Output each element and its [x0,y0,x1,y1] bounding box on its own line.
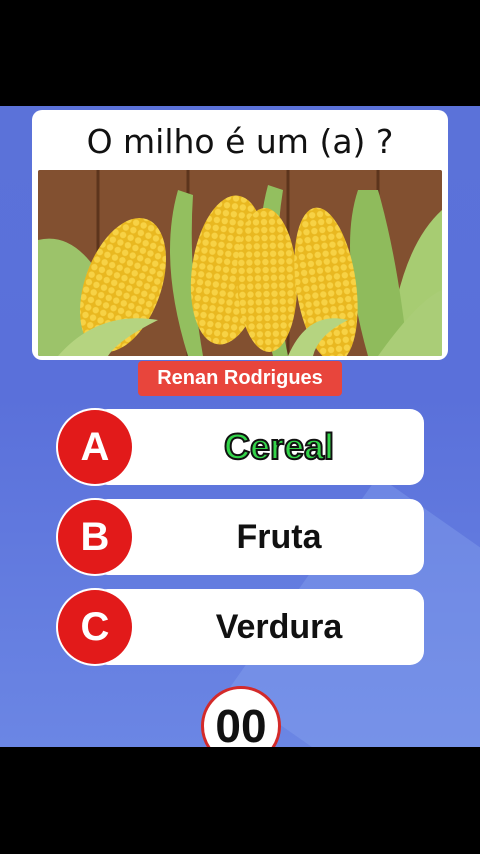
option-c[interactable]: C Verdura [58,589,424,665]
option-b[interactable]: B Fruta [58,499,424,575]
option-text: Fruta [236,518,322,556]
countdown-timer: 00 [201,686,281,747]
quiz-area: O milho é um (a) ? Renan Rodrigues A Cer… [0,106,480,747]
option-letter-badge: B [58,500,132,574]
question-text: O milho é um (a) ? [86,122,394,161]
question-card: O milho é um (a) ? [32,110,448,360]
option-letter-badge: A [58,410,132,484]
corn-image [38,170,442,356]
option-letter-badge: C [58,590,132,664]
option-a[interactable]: A Cereal [58,409,424,485]
option-text: Cereal [223,425,335,468]
credit-badge: Renan Rodrigues [138,361,342,396]
option-text: Verdura [215,608,343,646]
screen: O milho é um (a) ? Renan Rodrigues A Cer… [0,0,480,854]
corn-illustration [38,170,442,356]
